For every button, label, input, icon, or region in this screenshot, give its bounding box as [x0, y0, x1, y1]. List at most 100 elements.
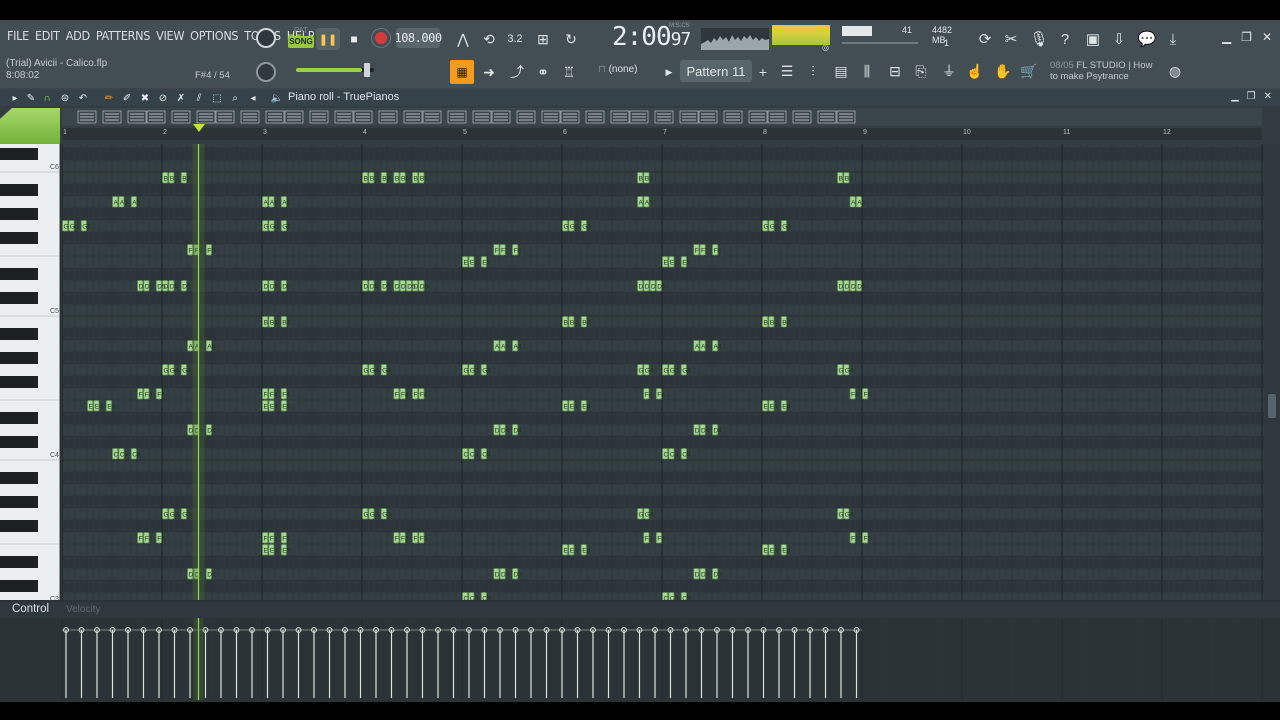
playlist-button[interactable]: ☰	[776, 60, 798, 82]
black-key[interactable]	[0, 496, 38, 508]
master-pitch-knob[interactable]	[256, 62, 276, 82]
snap-selector[interactable]: ⊓ (none)	[598, 64, 638, 75]
menu-add[interactable]: ADD	[63, 28, 93, 43]
touch-button[interactable]: ☝	[964, 60, 986, 82]
select-icon[interactable]: ⬚	[210, 91, 224, 105]
browser-button[interactable]: ⊟	[884, 60, 906, 82]
master-volume-thumb[interactable]	[364, 63, 370, 77]
velocity-lane[interactable]	[0, 618, 1280, 700]
record-button[interactable]	[372, 29, 390, 47]
ghost-notes-corner[interactable]	[0, 108, 60, 144]
black-key[interactable]	[0, 376, 38, 388]
play-cursor-icon[interactable]: ⊜	[58, 91, 72, 105]
vertical-scrollbar[interactable]	[1264, 144, 1280, 600]
black-key[interactable]	[0, 412, 38, 424]
link-tool-button[interactable]: ⚭	[532, 61, 554, 83]
pattern-overview-strip[interactable]	[62, 108, 1262, 126]
delete-icon[interactable]: ✖	[138, 91, 152, 105]
minimize-icon[interactable]: ▁	[1222, 30, 1231, 44]
pr-restore-icon[interactable]: ❐	[1247, 91, 1256, 102]
channel-rack-button[interactable]: ▤	[830, 60, 852, 82]
chat-button[interactable]: 💬	[1136, 28, 1158, 50]
menu-file[interactable]: FILE	[4, 28, 32, 43]
pattern-prev-button[interactable]: ▶	[658, 61, 680, 83]
menu-options[interactable]: OPTIONS	[187, 28, 241, 43]
step-sequencer-button[interactable]: ⫶	[802, 60, 824, 82]
black-key[interactable]	[0, 328, 38, 340]
pause-button[interactable]: ❚❚	[316, 28, 340, 50]
add-pattern-button[interactable]: +	[752, 61, 774, 83]
plug-button[interactable]: ⏚	[938, 60, 960, 82]
pat-song-toggle[interactable]: PAT SONG	[288, 26, 314, 52]
close-icon[interactable]: ✕	[1262, 30, 1272, 44]
master-volume-knob[interactable]	[256, 28, 276, 48]
black-key[interactable]	[0, 556, 38, 568]
black-key[interactable]	[0, 184, 38, 196]
mute-icon[interactable]: ✗	[174, 91, 188, 105]
mixer-button[interactable]: ⫼	[856, 60, 878, 82]
shop-button[interactable]: 🛒	[1018, 60, 1040, 82]
black-key[interactable]	[0, 352, 38, 364]
black-key[interactable]	[0, 148, 38, 160]
scissors-button[interactable]: ✂	[1000, 28, 1022, 50]
brush-icon[interactable]: ✐	[120, 91, 134, 105]
stamp-tool-button[interactable]: ♖	[558, 61, 580, 83]
menu-view[interactable]: VIEW	[153, 28, 187, 43]
menu-edit[interactable]: EDIT	[32, 28, 63, 43]
piano-roll-view-button[interactable]: ▦	[450, 60, 474, 84]
loop-record-button[interactable]: ↻	[560, 28, 582, 50]
event-editor-header: Control Velocity	[0, 602, 1280, 618]
black-key[interactable]	[0, 232, 38, 244]
menu-patterns[interactable]: PATTERNS	[93, 28, 153, 43]
slice-icon[interactable]: ⫽	[192, 91, 206, 105]
wait-input-button[interactable]: ⟲	[478, 28, 500, 50]
speaker-icon[interactable]: ◂	[246, 91, 260, 105]
step-edit-button[interactable]: ⊞	[532, 28, 554, 50]
black-key[interactable]	[0, 520, 38, 532]
black-key[interactable]	[0, 472, 38, 484]
piano-keyboard[interactable]: C6 C5 C4 C3	[0, 144, 60, 600]
countdown-button[interactable]: 3.2	[504, 28, 526, 50]
vertical-scroll-thumb[interactable]	[1268, 394, 1276, 418]
zoom-icon[interactable]: ⌕	[228, 91, 242, 105]
online-button[interactable]: ◍	[1164, 60, 1186, 82]
download-button[interactable]: ⤓	[1162, 28, 1184, 50]
magnet-icon[interactable]: ∩	[40, 91, 54, 105]
master-volume-slider[interactable]	[296, 63, 374, 77]
stop-button[interactable]: ■	[344, 28, 364, 50]
plugin-picker-button[interactable]: ⎘	[910, 60, 932, 82]
black-key[interactable]	[0, 268, 38, 280]
tempo-display[interactable]: 108.000	[394, 28, 442, 48]
news-panel[interactable]: 08/05 FL STUDIO | How to make Psytrance	[1050, 60, 1160, 82]
grid-row	[62, 556, 1264, 568]
black-key[interactable]	[0, 292, 38, 304]
black-key[interactable]	[0, 580, 38, 592]
black-key[interactable]	[0, 436, 38, 448]
black-key[interactable]	[0, 208, 38, 220]
playhead-marker-icon[interactable]	[192, 124, 207, 138]
eraser-icon[interactable]: ⊘	[156, 91, 170, 105]
metronome-button[interactable]: ⋀	[452, 28, 474, 50]
pr-close-icon[interactable]: ✕	[1264, 91, 1272, 102]
grid-row	[62, 496, 1264, 508]
microphone-button[interactable]: 🎙	[1028, 28, 1050, 50]
note-grid[interactable]: G5 G5 G5 E4 E4 E4 C4 C4 C4 B5 B5 B5 D5 D5 D5 G4 G4 G4 G3 G3…	[62, 144, 1264, 600]
arrow-tool-button[interactable]: ➜	[478, 61, 500, 83]
undo-icon[interactable]: ↶	[76, 91, 90, 105]
menu-arrow-icon[interactable]: ▸	[8, 91, 22, 105]
wrench-icon[interactable]: ✎	[24, 91, 38, 105]
pattern-selector[interactable]: Pattern 11	[680, 60, 752, 82]
save-button[interactable]: ▣	[1082, 28, 1104, 50]
pr-minimize-icon[interactable]: ▁	[1231, 91, 1239, 102]
refresh-button[interactable]: ⟳	[974, 28, 996, 50]
curve-tool-button[interactable]: ⤴	[506, 61, 528, 83]
help-button[interactable]: ?	[1054, 28, 1076, 50]
tempo-tapper-button[interactable]: ✋	[992, 60, 1014, 82]
pencil-icon[interactable]: ✏	[102, 91, 116, 105]
grid-row	[62, 244, 1264, 256]
control-selector[interactable]: Control	[12, 603, 49, 615]
bar-ruler[interactable]: 1 2 3 4 5 6 7 8 9 10 11 12	[62, 124, 1262, 140]
restore-icon[interactable]: ❐	[1241, 30, 1252, 44]
render-button[interactable]: ⇩	[1108, 28, 1130, 50]
stop-icon: ■	[350, 32, 358, 46]
